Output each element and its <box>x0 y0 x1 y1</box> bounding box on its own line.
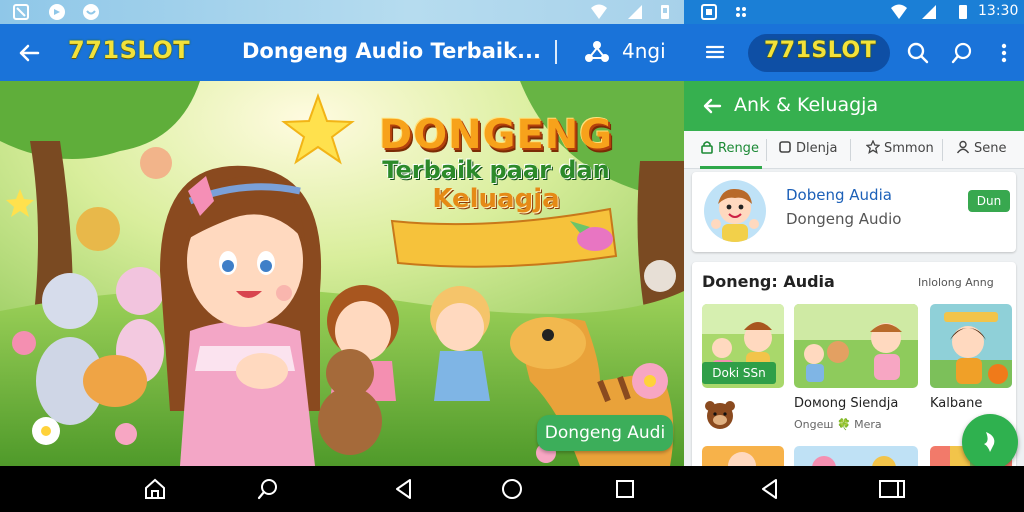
language-selector[interactable]: 4ngi <box>622 39 666 63</box>
recent-apps-icon[interactable] <box>877 477 907 501</box>
battery-icon <box>959 5 967 19</box>
tab-sene-label: Sene <box>974 141 1007 156</box>
app-toolbar-right: 771SLOT <box>684 24 1024 81</box>
section-title: Doneng: Audia <box>702 272 835 291</box>
section-header-bar: Ank & Keluagja <box>684 81 1024 131</box>
tab-renge-label: Renge <box>718 141 759 156</box>
section-more-link[interactable]: Inlolong Anng <box>918 276 994 289</box>
more-options-icon[interactable] <box>992 41 1016 65</box>
person-icon <box>956 140 970 154</box>
sync-notification-icon <box>49 4 65 20</box>
search-icon[interactable] <box>906 41 930 65</box>
left-app-pane: 771SLOT Dongeng Audio Terbaik... 4ngi DO… <box>0 0 684 466</box>
signal-icon <box>628 5 642 19</box>
tab-smmon[interactable]: Smmon <box>866 131 934 169</box>
star-icon <box>866 140 880 154</box>
site-logo[interactable]: 771SLOT <box>764 38 876 63</box>
back-triangle-icon[interactable] <box>758 477 782 501</box>
menu-icon[interactable] <box>704 41 726 63</box>
play-icon <box>984 432 995 452</box>
back-arrow-icon[interactable] <box>700 94 724 118</box>
square-icon <box>779 141 791 153</box>
banner-headline: DONGENG Terbaik paar dan Keluagja <box>366 112 626 214</box>
tab-divider <box>766 139 767 161</box>
status-bar-left <box>0 0 684 24</box>
profile-action-button[interactable]: Dun <box>968 190 1010 212</box>
tab-smmon-label: Smmon <box>884 141 934 156</box>
tab-dlenja[interactable]: Dlenja <box>778 131 837 169</box>
bear-thumbnail-icon <box>705 401 735 429</box>
tab-divider <box>850 139 851 161</box>
wifi-icon <box>591 4 607 19</box>
story-thumbnail-5[interactable] <box>794 446 918 466</box>
search-icon[interactable] <box>256 477 280 501</box>
headline-line2: Terbaik paar dan <box>382 156 610 184</box>
dots-notification-icon <box>736 7 746 17</box>
tab-sene[interactable]: Sene <box>956 131 1007 169</box>
tab-divider <box>942 139 943 161</box>
story-thumbnail-2[interactable] <box>794 304 918 388</box>
section-header-title: Ank & Keluagja <box>734 94 879 116</box>
status-bar-right: 13:30 <box>684 0 1024 24</box>
headline-line3: Keluagja <box>432 184 560 214</box>
battery-icon <box>661 5 669 19</box>
dongeng-audio-button[interactable]: Dongeng Audi <box>537 415 673 451</box>
story-subtitle-2: Ongeш 🍀 Mera <box>794 418 882 431</box>
profile-subtitle: Dongeng Audio <box>786 210 902 228</box>
story-thumbnail-3[interactable] <box>930 304 1012 388</box>
system-navigation-bar <box>0 466 1024 512</box>
toolbar-divider <box>555 40 557 64</box>
avatar <box>704 180 766 242</box>
story-thumbnail-4[interactable] <box>702 446 784 466</box>
share-icon[interactable] <box>584 39 610 65</box>
image-notification-icon <box>13 4 29 20</box>
category-tabs: Renge Dlenja Smmon Sene <box>684 131 1024 169</box>
right-app-pane: 13:30 771SLOT Ank & Keluagja Renge Dlenj… <box>684 0 1024 466</box>
home-house-icon[interactable] <box>143 477 167 501</box>
profile-name: Dobeng Audia <box>786 186 892 204</box>
wifi-icon <box>891 4 907 19</box>
site-logo[interactable]: 771SLOT <box>68 36 190 64</box>
story-title-3[interactable]: Kalbane <box>930 396 982 411</box>
chat-icon[interactable] <box>950 41 974 65</box>
story-thumbnail-1-badge: Doki SSn <box>702 362 776 384</box>
back-arrow-icon[interactable] <box>14 38 44 68</box>
chat-notification-icon <box>83 4 99 20</box>
tab-renge[interactable]: Renge <box>700 131 762 169</box>
profile-card[interactable]: Dobeng Audia Dongeng Audio Dun <box>692 172 1016 252</box>
back-triangle-icon[interactable] <box>392 477 416 501</box>
recent-apps-icon[interactable] <box>613 477 637 501</box>
home-circle-icon[interactable] <box>500 477 524 501</box>
image-notification-icon <box>701 4 717 20</box>
app-toolbar-left: 771SLOT Dongeng Audio Terbaik... 4ngi <box>0 24 684 81</box>
status-time: 13:30 <box>978 3 1019 19</box>
lock-icon <box>701 141 713 154</box>
signal-icon <box>922 5 936 19</box>
headline-line1: DONGENG <box>378 112 614 158</box>
story-title-2[interactable]: Doмong Siendja <box>794 396 898 411</box>
tab-dlenja-label: Dlenja <box>796 141 838 156</box>
page-title: Dongeng Audio Terbaik... <box>242 39 541 63</box>
play-fab-button[interactable] <box>962 414 1018 466</box>
